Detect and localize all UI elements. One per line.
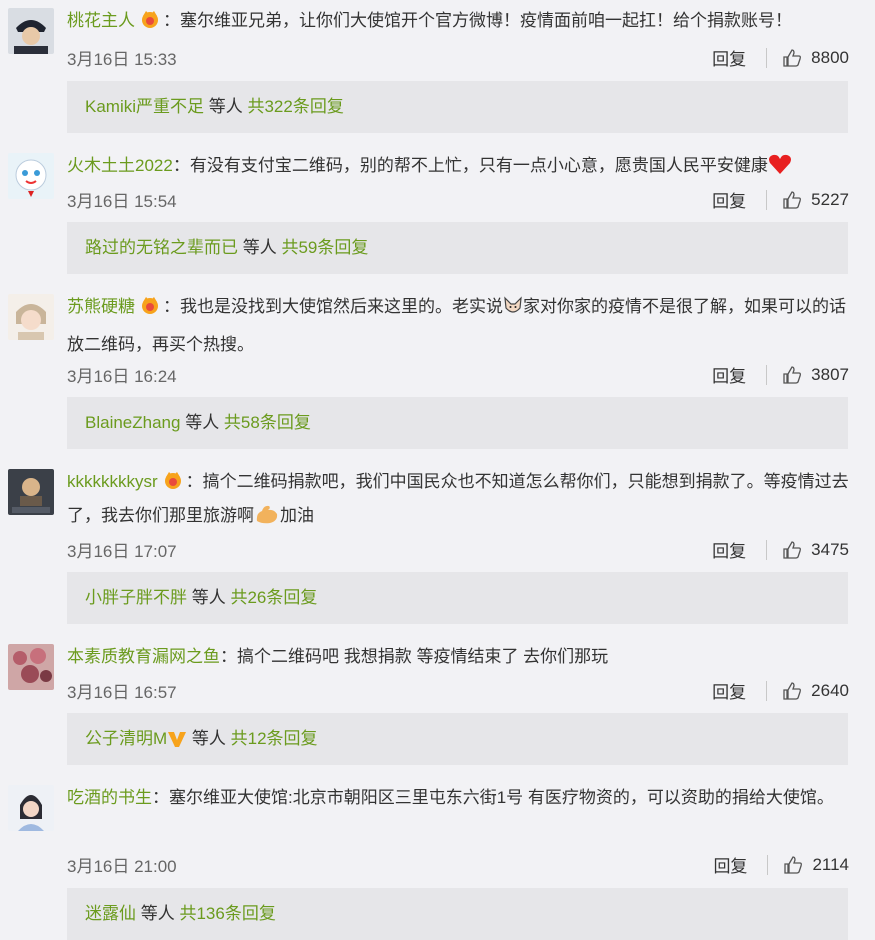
vip-badge-icon[interactable]: [162, 468, 184, 489]
avatar[interactable]: [8, 469, 54, 515]
comment-text: ：塞尔维亚大使馆:北京市朝阳区三里屯东六街1号 有医疗物资的，可以资助的捐给大使…: [152, 788, 834, 807]
username-link[interactable]: 苏熊硬糖: [67, 297, 135, 316]
thumbs-up-icon[interactable]: [783, 855, 803, 875]
like-count: 3475: [811, 539, 849, 559]
comment-text: ：有没有支付宝二维码，别的帮不上忙，只有一点小心意，愿贵国人民平安健康: [172, 156, 768, 175]
reply-count-link[interactable]: 共58条回复: [224, 413, 311, 432]
reply-count-link[interactable]: 共26条回复: [230, 588, 317, 607]
reply-button[interactable]: 回复: [712, 187, 746, 212]
thumbs-up-icon[interactable]: [782, 540, 802, 560]
avatar[interactable]: [8, 153, 54, 199]
divider: [766, 364, 768, 385]
comment-time: 3月16日 17:07: [67, 542, 177, 561]
comment-text: ：塞尔维亚兄弟，让你们大使馆开个官方微博！疫情面前咱一起扛！给个捐款账号！: [163, 11, 792, 30]
comment-actions: 回复 2114: [713, 852, 849, 877]
comment-time: 3月16日 16:24: [67, 367, 177, 386]
comment-time: 3月16日 15:54: [67, 192, 177, 211]
thumbs-up-icon[interactable]: [782, 48, 802, 68]
comment-meta: 3月16日 17:07 回复 3475: [67, 537, 849, 562]
username-link[interactable]: 火木土土2022: [67, 156, 173, 175]
comment-text: ：我也是没找到大使馆然后来这里的。老实说: [163, 297, 503, 316]
vip-badge-icon[interactable]: [139, 293, 161, 314]
comment-body: 火木土土2022：有没有支付宝二维码，别的帮不上忙，只有一点小心意，愿贵国人民平…: [67, 149, 849, 187]
vip-badge-icon[interactable]: [139, 7, 161, 28]
reply-button[interactable]: 回复: [712, 537, 746, 562]
reply-count-link[interactable]: 共12条回复: [231, 729, 318, 748]
avatar[interactable]: [8, 644, 54, 690]
like-count: 8800: [811, 47, 849, 67]
divider: [766, 680, 768, 701]
comment-meta: 3月16日 16:57 回复 2640: [67, 678, 849, 703]
comment-text: ：搞个二维码吧 我想捐款 等疫情结束了 去你们那玩: [220, 647, 609, 666]
reply-mid-text: 等人: [180, 413, 224, 432]
comment-time: 3月16日 21:00: [67, 857, 177, 876]
reply-mid-text: 等人: [187, 729, 231, 748]
comment-body: 本素质教育漏网之鱼：搞个二维码吧 我想捐款 等疫情结束了 去你们那玩: [67, 640, 849, 674]
reply-username[interactable]: 小胖子胖不胖: [85, 588, 187, 607]
reply-summary[interactable]: Kamiki严重不足 等人 共322条回复: [67, 81, 848, 133]
reply-username[interactable]: 迷露仙: [85, 904, 136, 923]
reply-mid-text: 等人: [238, 238, 282, 257]
comment-body: 桃花主人 ：塞尔维亚兄弟，让你们大使馆开个官方微博！疫情面前咱一起扛！给个捐款账号…: [67, 4, 849, 38]
comment-meta: 3月16日 15:54 回复 5227: [67, 187, 849, 212]
comment-actions: 回复 3807: [712, 362, 849, 387]
reply-username[interactable]: 公子清明M: [85, 729, 167, 748]
reply-username[interactable]: 路过的无铭之辈而已: [85, 238, 238, 257]
comment-actions: 回复 2640: [712, 678, 849, 703]
reply-username[interactable]: Kamiki严重不足: [85, 97, 204, 116]
avatar[interactable]: [8, 294, 54, 340]
divider: [766, 539, 768, 560]
comment-text-cont: 加油: [280, 506, 314, 525]
comment-actions: 回复 8800: [712, 45, 849, 70]
divider: [766, 189, 768, 210]
comment-meta: 3月16日 16:24 回复 3807: [67, 362, 849, 387]
reply-button[interactable]: 回复: [712, 45, 746, 70]
reply-count-link[interactable]: 共59条回复: [281, 238, 368, 257]
like-count: 5227: [811, 189, 849, 209]
reply-summary[interactable]: 路过的无铭之辈而已 等人 共59条回复: [67, 222, 848, 274]
comment-text: ：搞个二维码捐款吧，我们中国民众也不知道怎么帮你们，只能想到捐款了。等疫情过去了…: [67, 472, 849, 525]
like-count: 3807: [811, 364, 849, 384]
divider: [766, 47, 768, 68]
v-verified-badge-icon[interactable]: [167, 717, 187, 769]
divider: [767, 854, 769, 875]
reply-summary[interactable]: BlaineZhang 等人 共58条回复: [67, 397, 848, 449]
avatar[interactable]: [8, 785, 54, 831]
reply-mid-text: 等人: [204, 97, 248, 116]
username-link[interactable]: kkkkkkkkysr: [67, 472, 158, 491]
username-link[interactable]: 本素质教育漏网之鱼: [67, 647, 220, 666]
reply-count-link[interactable]: 共322条回复: [247, 97, 343, 116]
flexed-biceps-icon: [254, 503, 280, 537]
comment-time: 3月16日 15:33: [67, 50, 177, 69]
reply-summary[interactable]: 小胖子胖不胖 等人 共26条回复: [67, 572, 848, 624]
comment-actions: 回复 3475: [712, 537, 849, 562]
username-link[interactable]: 桃花主人: [67, 11, 135, 30]
reply-summary[interactable]: 公子清明M 等人 共12条回复: [67, 713, 848, 765]
red-heart-icon: [768, 153, 792, 187]
thumbs-up-icon[interactable]: [782, 365, 802, 385]
reply-button[interactable]: 回复: [712, 362, 746, 387]
thumbs-up-icon[interactable]: [782, 681, 802, 701]
reply-button[interactable]: 回复: [712, 678, 746, 703]
comment-meta: 3月16日 15:33 回复 8800: [67, 45, 849, 70]
like-count: 2640: [811, 680, 849, 700]
reply-button[interactable]: 回复: [713, 852, 747, 877]
username-link[interactable]: 吃酒的书生: [67, 788, 152, 807]
fox-face-icon: [503, 294, 523, 328]
reply-count-link[interactable]: 共136条回复: [179, 904, 275, 923]
reply-mid-text: 等人: [187, 588, 231, 607]
reply-mid-text: 等人: [136, 904, 180, 923]
comment-body: kkkkkkkkysr ：搞个二维码捐款吧，我们中国民众也不知道怎么帮你们，只能想…: [67, 465, 849, 537]
comment-body: 苏熊硬糖 ：我也是没找到大使馆然后来这里的。老实说 家对你家的疫情不是很了解，如果可…: [67, 290, 849, 362]
comment-feed: 桃花主人 ：塞尔维亚兄弟，让你们大使馆开个官方微博！疫情面前咱一起扛！给个捐款账号…: [0, 0, 875, 940]
avatar[interactable]: [8, 8, 54, 54]
comment-meta: 3月16日 21:00 回复 2114: [67, 852, 849, 877]
thumbs-up-icon[interactable]: [782, 190, 802, 210]
comment-time: 3月16日 16:57: [67, 683, 177, 702]
comment-body: 吃酒的书生：塞尔维亚大使馆:北京市朝阳区三里屯东六街1号 有医疗物资的，可以资助…: [67, 781, 849, 815]
reply-username[interactable]: BlaineZhang: [85, 413, 180, 432]
comment-actions: 回复 5227: [712, 187, 849, 212]
like-count: 2114: [812, 854, 849, 874]
reply-summary[interactable]: 迷露仙 等人 共136条回复: [67, 888, 848, 940]
